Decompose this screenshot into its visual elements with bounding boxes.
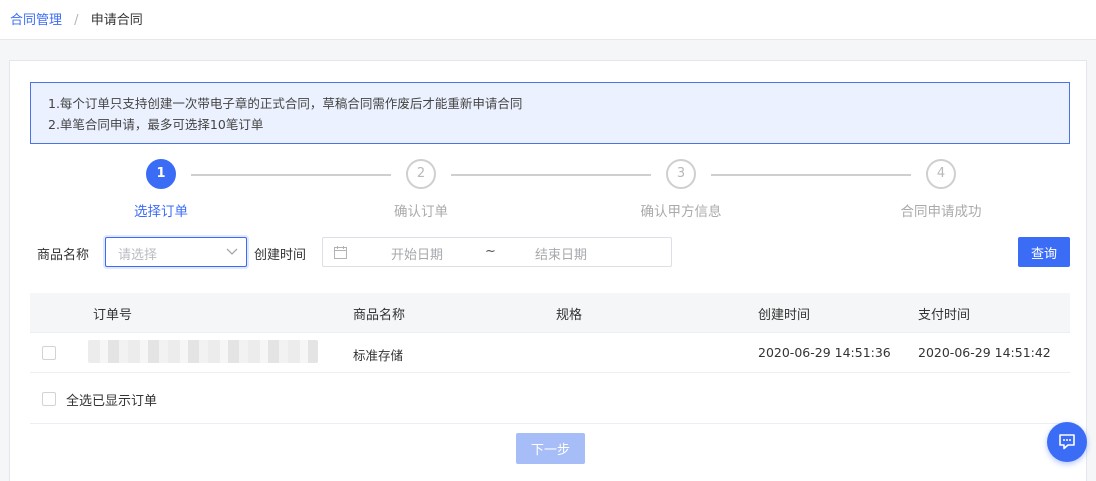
step-progress: 1 2 3 4 选择订单 确认订单 确认甲方信息 合同申请成功 [10,159,1088,220]
step-4-label: 合同申请成功 [900,204,982,220]
header-created-time: 创建时间 [758,308,811,323]
start-date-input[interactable]: 开始日期 [391,244,443,263]
step-2-label: 确认订单 [394,204,448,220]
cell-paid-time: 2020-06-29 14:51:42 [918,345,1051,360]
select-all-label[interactable]: 全选已显示订单 [66,390,157,409]
chevron-down-icon [226,248,238,255]
product-select[interactable]: 请选择 [105,237,247,267]
header-product-name: 商品名称 [353,308,406,323]
breadcrumb-separator: / [74,13,79,28]
notice-line-1: 1.每个订单只支持创建一次带电子章的正式合同，草稿合同需作废后才能重新申请合同 [48,96,523,111]
step-3-circle: 3 [666,159,696,189]
select-all-row: 全选已显示订单 [30,374,1070,424]
step-4-circle: 4 [926,159,956,189]
orders-table: 订单号 商品名称 规格 创建时间 支付时间 标准存储 2020-06-29 14… [30,293,1070,373]
top-bar: 合同管理 / 申请合同 [0,0,1096,40]
step-2-circle: 2 [406,159,436,189]
breadcrumb-current: 申请合同 [90,13,143,28]
product-select-placeholder: 请选择 [118,248,158,263]
table-header: 订单号 商品名称 规格 创建时间 支付时间 [30,293,1070,333]
date-range-separator: ~ [485,244,496,259]
query-button[interactable]: 查询 [1018,237,1070,267]
table-row[interactable]: 标准存储 2020-06-29 14:51:36 2020-06-29 14:5… [30,333,1070,373]
header-order-no: 订单号 [93,308,133,323]
date-range-picker[interactable]: 开始日期 ~ 结束日期 [322,237,672,267]
step-connector [711,174,911,176]
chat-icon [1059,434,1075,450]
notice-box: 1.每个订单只支持创建一次带电子章的正式合同，草稿合同需作废后才能重新申请合同 … [30,82,1070,144]
created-time-label: 创建时间 [254,248,307,263]
select-all-checkbox[interactable] [42,392,56,406]
next-step-button[interactable]: 下一步 [516,433,585,464]
chat-support-button[interactable] [1047,422,1087,462]
step-connector [191,174,391,176]
step-3-label: 确认甲方信息 [640,204,722,220]
filter-bar: 商品名称 请选择 创建时间 开始日期 ~ 结束日期 查询 [10,237,1088,269]
step-1-circle: 1 [146,159,176,189]
breadcrumb: 合同管理 / 申请合同 [10,9,143,28]
breadcrumb-link-contract-management[interactable]: 合同管理 [10,13,62,28]
order-number-redacted [88,340,318,363]
cell-created-time: 2020-06-29 14:51:36 [758,345,891,360]
notice-line-2: 2.单笔合同申请，最多可选择10笔订单 [48,117,264,132]
cell-product-name: 标准存储 [353,348,404,363]
row-checkbox[interactable] [42,346,56,360]
step-1-label: 选择订单 [134,204,188,220]
step-connector [451,174,651,176]
product-name-label: 商品名称 [37,248,90,263]
calendar-icon [334,246,347,259]
header-spec: 规格 [556,308,583,323]
main-card: 1.每个订单只支持创建一次带电子章的正式合同，草稿合同需作废后才能重新申请合同 … [9,60,1087,481]
header-paid-time: 支付时间 [918,308,971,323]
end-date-input[interactable]: 结束日期 [535,244,587,263]
